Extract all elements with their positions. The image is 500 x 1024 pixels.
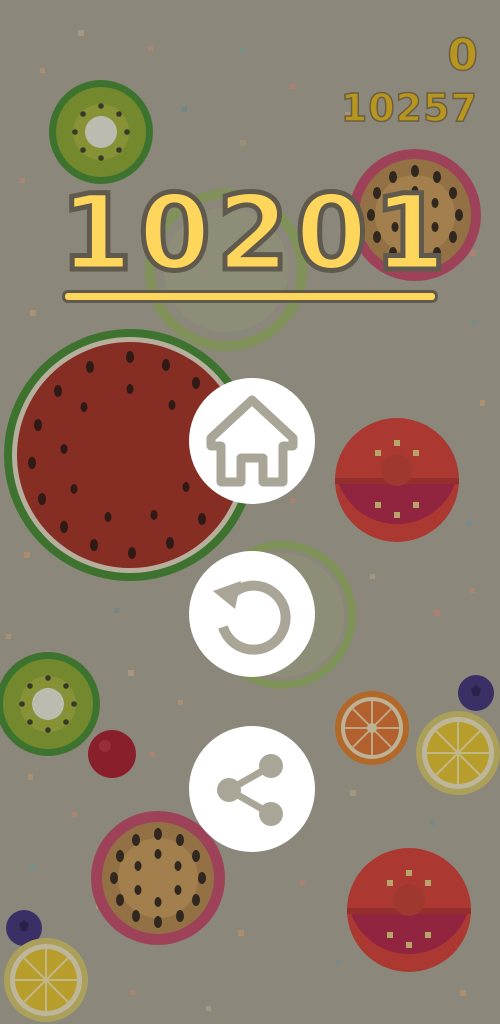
best-score: 10257 [340,85,478,131]
game-over-dim-overlay [0,0,500,1024]
restart-icon [213,580,291,655]
score-underline [62,290,438,303]
home-icon [206,395,298,487]
restart-button[interactable] [189,551,315,677]
current-score: 0 [447,29,479,82]
final-score: 10201 [58,170,452,297]
home-button[interactable] [189,378,315,504]
share-icon [217,754,283,826]
share-button[interactable] [189,726,315,852]
